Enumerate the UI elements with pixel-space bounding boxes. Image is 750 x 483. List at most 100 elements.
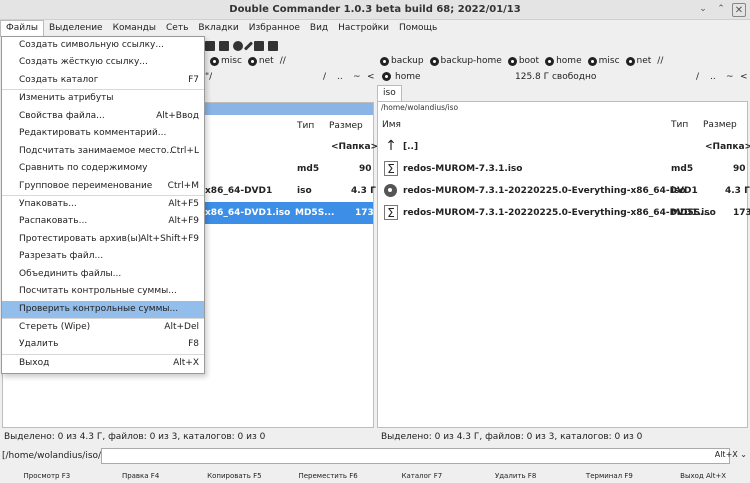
- menu-view[interactable]: Вид: [305, 20, 333, 37]
- menu-settings[interactable]: Настройки: [333, 20, 394, 37]
- files-menu-item[interactable]: Проверить контрольные суммы...: [2, 300, 204, 318]
- command-input[interactable]: [101, 448, 730, 464]
- menu-item-label: Распаковать...: [19, 216, 88, 227]
- column-name[interactable]: Имя: [382, 120, 401, 130]
- column-type[interactable]: Тип: [297, 121, 314, 131]
- menu-item-label: Протестировать архив(ы): [19, 233, 142, 244]
- nav-up-button[interactable]: ..: [710, 72, 716, 82]
- files-menu-item[interactable]: Групповое переименование Ctrl+M: [2, 178, 204, 195]
- drive-misc[interactable]: misc: [210, 56, 242, 66]
- drive-misc[interactable]: misc: [587, 56, 620, 66]
- drive-backup[interactable]: backup: [380, 56, 424, 66]
- menu-commands[interactable]: Команды: [108, 20, 161, 37]
- menu-item-label: Изменить атрибуты: [19, 93, 114, 104]
- drive-net[interactable]: net: [625, 56, 651, 66]
- files-menu-item[interactable]: Свойства файла... Alt+Ввод: [2, 108, 204, 125]
- f3-view-button[interactable]: Просмотр F3: [0, 469, 94, 483]
- menu-item-shortcut: F7: [188, 74, 199, 85]
- column-size[interactable]: Размер: [329, 121, 363, 131]
- menu-item-label: Удалить: [19, 339, 59, 350]
- files-menu-item[interactable]: Подсчитать занимаемое место... Ctrl+L: [2, 143, 204, 160]
- right-drive-name[interactable]: home: [395, 72, 421, 82]
- f8-delete-button[interactable]: Удалить F8: [469, 469, 563, 483]
- menu-tabs[interactable]: Вкладки: [193, 20, 243, 37]
- edit-icon[interactable]: [243, 40, 254, 51]
- disc-image-icon: [384, 184, 397, 197]
- close-icon[interactable]: ✕: [732, 3, 746, 17]
- table-row[interactable]: redos-MUROM-7.3.1-20220225.0-Everything-…: [378, 180, 750, 202]
- checksum-file-icon: Σ: [384, 205, 398, 220]
- files-menu-item[interactable]: Распаковать... Alt+F9: [2, 213, 204, 230]
- up-arrow-icon: ↑: [385, 138, 397, 154]
- files-menu-item[interactable]: Объединить файлы...: [2, 266, 204, 283]
- disk-icon: [587, 56, 597, 66]
- nav-root-button[interactable]: /: [323, 72, 326, 82]
- menu-files[interactable]: Файлы: [0, 20, 44, 37]
- menu-selection[interactable]: Выделение: [44, 20, 108, 37]
- menu-favorites[interactable]: Избранное: [244, 20, 305, 37]
- files-menu-item[interactable]: Выход Alt+X: [2, 355, 204, 372]
- copy-icon[interactable]: [268, 40, 278, 51]
- files-menu-item[interactable]: Удалить F8: [2, 336, 204, 353]
- files-menu-item[interactable]: Посчитать контрольные суммы...: [2, 283, 204, 300]
- files-menu-item[interactable]: Разрезать файл...: [2, 248, 204, 265]
- f7-mkdir-button[interactable]: Каталог F7: [375, 469, 469, 483]
- drive-backup-home[interactable]: backup-home: [429, 56, 502, 66]
- files-menu-item[interactable]: Редактировать комментарий...: [2, 125, 204, 142]
- drive-boot[interactable]: boot: [507, 56, 539, 66]
- chevron-down-icon: ⌄: [740, 450, 747, 459]
- nav-home-button[interactable]: ~: [726, 72, 734, 82]
- files-menu-item[interactable]: Создать символьную ссылку...: [2, 37, 204, 54]
- table-row[interactable]: Σ redos-MUROM-7.3.1.iso md5 90: [378, 158, 747, 180]
- nav-history-button[interactable]: <: [367, 72, 375, 82]
- disk-icon: [382, 72, 391, 81]
- nav-root-button[interactable]: /: [696, 72, 699, 82]
- files-menu-item[interactable]: Изменить атрибуты: [2, 90, 204, 107]
- toolbar: [205, 37, 278, 54]
- menu-network[interactable]: Сеть: [161, 20, 193, 37]
- files-menu-item[interactable]: Создать жёсткую ссылку...: [2, 54, 204, 71]
- files-menu-item[interactable]: Упаковать... Alt+F5: [2, 196, 204, 213]
- maximize-icon[interactable]: ⌃: [714, 3, 728, 17]
- menu-item-label: Подсчитать занимаемое место...: [19, 145, 175, 156]
- menu-item-label: Создать жёсткую ссылку...: [19, 57, 148, 68]
- drive-root[interactable]: //: [280, 56, 286, 66]
- files-menu-item[interactable]: Создать каталог F7: [2, 72, 204, 89]
- column-type[interactable]: Тип: [671, 120, 688, 130]
- menu-help[interactable]: Помощь: [394, 20, 442, 37]
- menu-item-label: Посчитать контрольные суммы...: [19, 286, 177, 297]
- menu-item-label: Проверить контрольные суммы...: [19, 303, 179, 314]
- tab-iso[interactable]: iso: [377, 85, 402, 101]
- save-icon[interactable]: [205, 40, 215, 51]
- f9-terminal-button[interactable]: Терминал F9: [563, 469, 657, 483]
- drive-net[interactable]: net: [247, 56, 274, 66]
- settings-icon[interactable]: [254, 40, 264, 51]
- files-menu-item[interactable]: Протестировать архив(ы) Alt+Shift+F9: [2, 231, 204, 248]
- search-icon[interactable]: [233, 40, 243, 51]
- menu-item-shortcut: Alt+F9: [168, 216, 199, 227]
- window-controls: ⌄ ⌃ ✕: [696, 3, 746, 17]
- files-menu-item[interactable]: Стереть (Wipe) Alt+Del: [2, 319, 204, 336]
- minimize-icon[interactable]: ⌄: [696, 3, 710, 17]
- nav-history-button[interactable]: <: [740, 72, 748, 82]
- menu-item-label: Выход: [19, 357, 50, 368]
- right-status: Выделено: 0 из 4.3 Г, файлов: 0 из 3, ка…: [381, 432, 643, 442]
- command-history-dropdown[interactable]: Alt+X ⌄: [715, 450, 747, 459]
- table-row[interactable]: Σ redos-MUROM-7.3.1-20220225.0-Everythin…: [378, 202, 750, 224]
- menu-item-shortcut: Alt+X: [173, 357, 199, 368]
- menu-item-shortcut: Ctrl+M: [167, 180, 199, 191]
- files-menu-item[interactable]: Сравнить по содержимому: [2, 160, 204, 177]
- nav-up-button[interactable]: ..: [337, 72, 343, 82]
- f5-copy-button[interactable]: Копировать F5: [188, 469, 282, 483]
- exit-button[interactable]: Выход Alt+X: [656, 469, 750, 483]
- f4-edit-button[interactable]: Правка F4: [94, 469, 188, 483]
- table-row[interactable]: ↑ [..] <Папка>: [378, 136, 750, 158]
- column-size[interactable]: Размер: [703, 120, 737, 130]
- drive-root[interactable]: //: [657, 56, 663, 66]
- disk-icon[interactable]: [219, 40, 229, 51]
- nav-home-button[interactable]: ~: [353, 72, 361, 82]
- disk-icon: [429, 56, 439, 66]
- right-file-panel[interactable]: /home/wolandius/iso Имя Тип Размер ↑ [..…: [377, 101, 750, 428]
- drive-home[interactable]: home: [545, 56, 582, 66]
- f6-move-button[interactable]: Переместить F6: [281, 469, 375, 483]
